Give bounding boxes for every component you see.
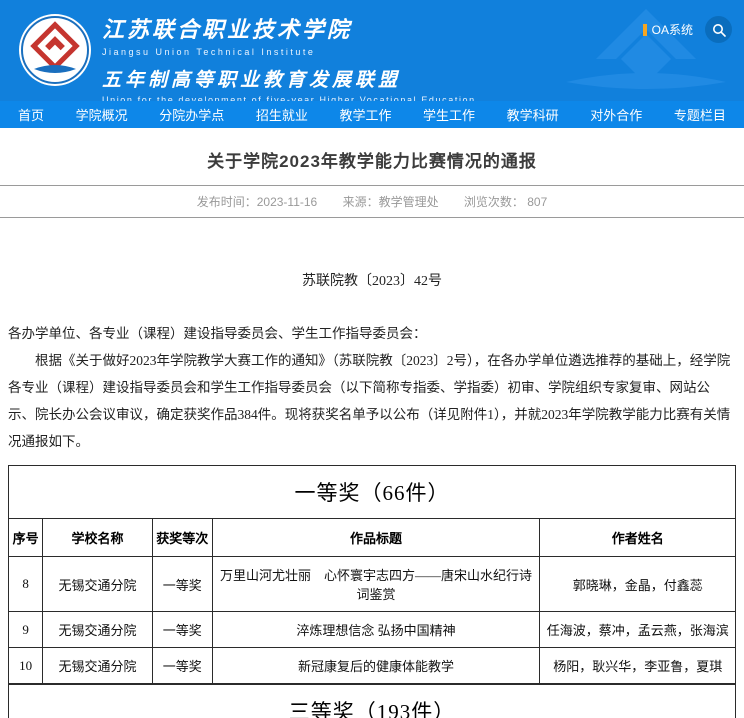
table-cell: 郭晓琳，金晶，付鑫蕊 xyxy=(540,557,736,612)
institute-name-en: Jiangsu Union Technical Institute xyxy=(102,47,476,57)
nav-item-1[interactable]: 学院概况 xyxy=(76,105,128,124)
awards-table-0: 一等奖（66件）序号学校名称获奖等次作品标题作者姓名8无锡交通分院一等奖万里山河… xyxy=(8,465,736,684)
table-cell: 一等奖 xyxy=(152,612,212,648)
body-paragraph: 根据《关于做好2023年学院教学大赛工作的通知》（苏联院教〔2023〕2号），在… xyxy=(8,347,736,455)
table-header-row: 序号学校名称获奖等次作品标题作者姓名 xyxy=(9,519,736,557)
body-paragraph: 各办学单位、各专业（课程）建设指导委员会、学生工作指导委员会： xyxy=(8,320,736,347)
nav-item-3[interactable]: 招生就业 xyxy=(256,105,308,124)
oa-system-link[interactable]: OA系统 xyxy=(643,21,693,38)
table-cell: 无锡交通分院 xyxy=(43,612,153,648)
orange-bar-icon xyxy=(643,24,647,36)
main-nav: 首页 学院概况 分院办学点 招生就业 教学工作 学生工作 教学科研 对外合作 专题栏目 xyxy=(0,101,744,128)
brand-block: 江苏联合职业技术学院 Jiangsu Union Technical Insti… xyxy=(102,12,476,101)
page: 江苏联合职业技术学院 Jiangsu Union Technical Insti… xyxy=(0,0,744,718)
publish-date: 发布时间：2023-11-16 xyxy=(197,195,318,209)
column-header: 序号 xyxy=(9,519,43,557)
header-actions: OA系统 xyxy=(643,16,732,43)
article: 关于学院2023年教学能力比赛情况的通报 发布时间：2023-11-16 来源：… xyxy=(0,128,744,718)
site-header: 江苏联合职业技术学院 Jiangsu Union Technical Insti… xyxy=(0,0,744,101)
table-cell: 一等奖 xyxy=(152,648,212,684)
column-header: 学校名称 xyxy=(43,519,153,557)
source: 来源：教学管理处 xyxy=(343,195,439,209)
section-title: 一等奖（66件） xyxy=(9,466,736,519)
section-title: 三等奖（193件） xyxy=(9,685,736,718)
table-row: 10无锡交通分院一等奖新冠康复后的健康体能教学杨阳，耿兴华，李亚鲁，夏琪 xyxy=(9,648,736,684)
table-cell: 万里山河尤壮丽 心怀寰宇志四方——唐宋山水纪行诗词鉴赏 xyxy=(212,557,540,612)
column-header: 获奖等次 xyxy=(152,519,212,557)
awards-table-1: 三等奖（193件）序号学校名称获奖等次作品标题作者姓名15无锡交通分院三等奖倡导… xyxy=(8,684,736,718)
table-cell: 一等奖 xyxy=(152,557,212,612)
table-cell: 杨阳，耿兴华，李亚鲁，夏琪 xyxy=(540,648,736,684)
nav-item-8[interactable]: 专题栏目 xyxy=(674,105,726,124)
table-cell: 8 xyxy=(9,557,43,612)
nav-item-5[interactable]: 学生工作 xyxy=(423,105,475,124)
nav-item-7[interactable]: 对外合作 xyxy=(590,105,642,124)
search-button[interactable] xyxy=(705,16,732,43)
table-cell: 10 xyxy=(9,648,43,684)
article-body: 各办学单位、各专业（课程）建设指导委员会、学生工作指导委员会：根据《关于做好20… xyxy=(8,320,736,455)
union-name-en: Union for the development of five-year H… xyxy=(102,95,476,101)
page-title: 关于学院2023年教学能力比赛情况的通报 xyxy=(0,147,744,172)
institute-name-cn: 江苏联合职业技术学院 xyxy=(102,12,476,44)
column-header: 作品标题 xyxy=(212,519,540,557)
table-row: 8无锡交通分院一等奖万里山河尤壮丽 心怀寰宇志四方——唐宋山水纪行诗词鉴赏郭晓琳… xyxy=(9,557,736,612)
nav-item-6[interactable]: 教学科研 xyxy=(507,105,559,124)
table-cell: 无锡交通分院 xyxy=(43,557,153,612)
table-cell: 淬炼理想信念 弘扬中国精神 xyxy=(212,612,540,648)
divider-bottom xyxy=(0,217,744,218)
article-meta: 发布时间：2023-11-16 来源：教学管理处 浏览次数： 807 xyxy=(0,186,744,217)
table-cell: 新冠康复后的健康体能教学 xyxy=(212,648,540,684)
nav-item-2[interactable]: 分院办学点 xyxy=(159,105,224,124)
table-cell: 任海波，蔡冲，孟云燕，张海滨 xyxy=(540,612,736,648)
search-icon xyxy=(712,23,726,37)
institute-logo xyxy=(18,13,92,87)
table-cell: 无锡交通分院 xyxy=(43,648,153,684)
awards-tables: 一等奖（66件）序号学校名称获奖等次作品标题作者姓名8无锡交通分院一等奖万里山河… xyxy=(8,465,736,718)
column-header: 作者姓名 xyxy=(540,519,736,557)
nav-item-4[interactable]: 教学工作 xyxy=(339,105,391,124)
union-name-cn: 五年制高等职业教育发展联盟 xyxy=(102,65,476,92)
view-count: 浏览次数： 807 xyxy=(464,195,547,209)
table-row: 9无锡交通分院一等奖淬炼理想信念 弘扬中国精神任海波，蔡冲，孟云燕，张海滨 xyxy=(9,612,736,648)
table-cell: 9 xyxy=(9,612,43,648)
nav-item-0[interactable]: 首页 xyxy=(18,105,44,124)
oa-system-label: OA系统 xyxy=(652,21,693,38)
document-number: 苏联院教〔2023〕42号 xyxy=(0,270,744,290)
